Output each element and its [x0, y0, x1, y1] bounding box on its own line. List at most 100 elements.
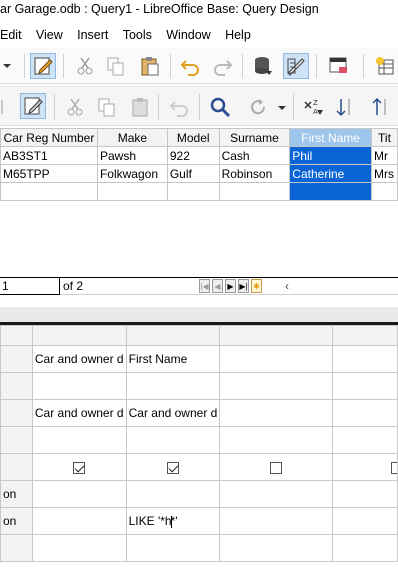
column-selector[interactable]	[331, 325, 398, 346]
column-header-surname[interactable]: Surname	[218, 128, 291, 147]
alias-cell[interactable]	[219, 372, 333, 400]
menu-tools[interactable]: Tools	[123, 24, 157, 42]
cell[interactable]	[370, 182, 398, 201]
sort-cell[interactable]	[125, 426, 221, 454]
sort-cell[interactable]	[219, 426, 333, 454]
function-cell[interactable]	[31, 480, 127, 508]
field-cell[interactable]: Car and owner d	[31, 345, 127, 373]
column-header-model[interactable]: Model	[166, 128, 220, 147]
criterion-text-before-cursor: LIKE '*h	[128, 514, 172, 528]
column-selector[interactable]	[31, 325, 127, 346]
menu-insert[interactable]: Insert	[77, 24, 113, 42]
column-selector[interactable]	[125, 325, 221, 346]
cell[interactable]: Pawsh	[96, 146, 168, 165]
copy-icon[interactable]	[103, 53, 129, 79]
column-header-first-name[interactable]: First Name	[289, 128, 372, 147]
sort-cell[interactable]	[331, 426, 398, 454]
criterion-cell[interactable]	[219, 507, 333, 535]
criterion-cell[interactable]	[31, 507, 127, 535]
function-cell[interactable]	[125, 480, 221, 508]
next-record-icon[interactable]: ▶	[225, 279, 236, 293]
field-cell[interactable]: First Name	[125, 345, 221, 373]
design-view-icon[interactable]	[283, 53, 309, 79]
cell[interactable]: Catherine	[289, 164, 372, 183]
or-cell[interactable]	[219, 534, 333, 562]
table-row-new[interactable]	[0, 182, 398, 201]
visible-checkbox[interactable]	[391, 461, 397, 474]
cut-icon[interactable]	[72, 53, 98, 79]
menu-window[interactable]: Window	[166, 24, 215, 42]
column-header-make[interactable]: Make	[96, 128, 168, 147]
function-cell[interactable]	[331, 480, 398, 508]
column-header-car-reg-number[interactable]: Car Reg Number	[0, 128, 98, 147]
cell[interactable]: Mr	[370, 146, 398, 165]
edit-mode-icon[interactable]	[30, 53, 56, 79]
alias-cell[interactable]	[331, 372, 398, 400]
field-cell[interactable]	[219, 345, 333, 373]
run-query-icon[interactable]	[250, 53, 276, 79]
redo-icon[interactable]	[210, 53, 236, 79]
cell[interactable]: Phil	[289, 146, 372, 165]
cell[interactable]: Mrs	[370, 164, 398, 183]
function-cell[interactable]	[219, 480, 333, 508]
dropdown-arrow-icon[interactable]	[0, 53, 14, 79]
new-record-icon[interactable]: ✱	[251, 279, 262, 293]
table-row[interactable]: M65TPP Folkwagon Gulf Robinson Catherine…	[0, 164, 398, 183]
cut-icon[interactable]	[62, 94, 88, 120]
refresh-dropdown-icon[interactable]	[276, 94, 288, 120]
undo-icon[interactable]	[177, 53, 203, 79]
menu-help[interactable]: Help	[225, 24, 256, 42]
table-cell[interactable]	[331, 399, 398, 427]
record-number-field[interactable]: 1	[0, 278, 60, 295]
scroll-left-icon[interactable]: ‹	[285, 279, 289, 293]
previous-record-icon[interactable]: ◀	[212, 279, 223, 293]
cell[interactable]: Cash	[218, 146, 291, 165]
edit-data-icon[interactable]	[20, 93, 46, 119]
or-cell[interactable]	[125, 534, 221, 562]
find-record-icon[interactable]	[207, 94, 233, 120]
cell[interactable]: AB3ST1	[0, 146, 98, 165]
table-cell[interactable]	[219, 399, 333, 427]
add-tables-icon[interactable]	[372, 53, 398, 79]
cell[interactable]: M65TPP	[0, 164, 98, 183]
visible-checkbox[interactable]	[269, 461, 282, 474]
alias-cell[interactable]	[31, 372, 127, 400]
criterion-cell-active[interactable]: LIKE '*h*'	[125, 507, 221, 535]
cell[interactable]: Gulf	[166, 164, 220, 183]
sort-icon[interactable]: ZA	[300, 94, 326, 120]
sort-cell[interactable]	[31, 426, 127, 454]
first-record-icon[interactable]: |◀	[199, 279, 210, 293]
menu-edit[interactable]: Edit	[0, 24, 27, 42]
cell[interactable]	[166, 182, 220, 201]
refresh-icon[interactable]	[245, 94, 271, 120]
table-row[interactable]: AB3ST1 Pawsh 922 Cash Phil Mr	[0, 146, 398, 165]
pane-splitter[interactable]	[0, 307, 398, 323]
paste-icon[interactable]	[128, 94, 154, 120]
menu-view[interactable]: View	[36, 24, 68, 42]
table-cell[interactable]: Car and owner d	[125, 399, 221, 427]
or-cell[interactable]	[31, 534, 127, 562]
visible-checkbox[interactable]	[166, 461, 179, 474]
copy-icon[interactable]	[94, 94, 120, 120]
column-header-title[interactable]: Tit	[370, 128, 398, 147]
undo-icon[interactable]	[166, 94, 192, 120]
cell[interactable]	[218, 182, 291, 201]
alias-cell[interactable]	[125, 372, 221, 400]
cell[interactable]: Robinson	[218, 164, 291, 183]
or-cell[interactable]	[331, 534, 398, 562]
table-cell[interactable]: Car and owner d	[31, 399, 127, 427]
table-window-icon[interactable]	[325, 53, 351, 79]
paste-icon[interactable]	[137, 53, 163, 79]
cell[interactable]	[96, 182, 168, 201]
criterion-cell[interactable]	[331, 507, 398, 535]
sort-descending-icon[interactable]	[367, 94, 393, 120]
sort-ascending-icon[interactable]	[333, 94, 359, 120]
field-cell[interactable]	[331, 345, 398, 373]
cell[interactable]: 922	[166, 146, 220, 165]
last-record-icon[interactable]: ▶|	[238, 279, 249, 293]
visible-checkbox[interactable]	[73, 461, 86, 474]
cell[interactable]: Folkwagon	[96, 164, 168, 183]
cell[interactable]	[0, 182, 98, 201]
cell[interactable]	[289, 182, 372, 201]
column-selector[interactable]	[219, 325, 333, 346]
